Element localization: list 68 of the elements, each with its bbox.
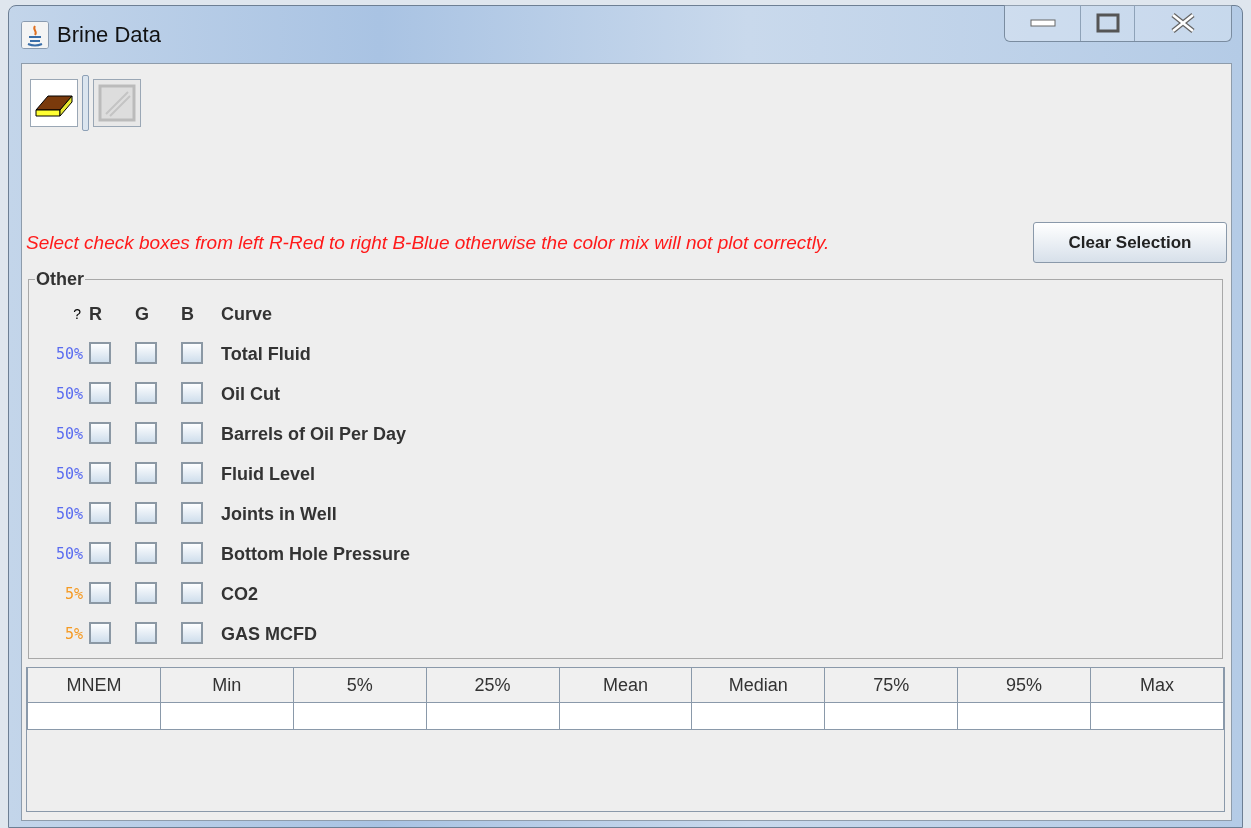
instruction-text: Select check boxes from left R-Red to right B-Blue otherwise the color mix will not plot correctly.	[26, 231, 830, 254]
column-header: Median	[691, 668, 825, 703]
checkbox[interactable]	[135, 582, 157, 604]
close-button[interactable]	[1135, 5, 1231, 41]
help-mark: ?	[72, 306, 82, 322]
column-header: 75%	[824, 668, 958, 703]
checkbox[interactable]	[135, 342, 157, 364]
curve-label: GAS MCFD	[221, 623, 318, 645]
checkbox[interactable]	[89, 582, 111, 604]
column-header: R	[89, 303, 103, 325]
column-header: 25%	[426, 668, 559, 703]
column-header: Min	[160, 668, 294, 703]
curve-label: Barrels of Oil Per Day	[221, 423, 408, 445]
checkbox[interactable]	[181, 422, 203, 444]
column-header: Curve	[221, 303, 274, 325]
percent-label: 50%	[54, 545, 84, 563]
checkbox[interactable]	[135, 622, 157, 644]
column-header: G	[135, 303, 150, 325]
column-header: 95%	[957, 668, 1091, 703]
percent-label: 50%	[54, 425, 84, 443]
checkbox[interactable]	[89, 542, 111, 564]
checkbox[interactable]	[181, 622, 203, 644]
percent-label: 50%	[54, 505, 84, 523]
checkbox[interactable]	[181, 502, 203, 524]
checkbox[interactable]	[135, 462, 157, 484]
curve-label: Fluid Level	[221, 463, 317, 485]
close-icon	[1170, 12, 1196, 34]
curve-label: CO2	[221, 583, 259, 605]
percent-label: 50%	[54, 345, 84, 363]
checkbox[interactable]	[89, 342, 111, 364]
maximize-button[interactable]	[1081, 5, 1135, 41]
checkbox[interactable]	[135, 542, 157, 564]
checkbox[interactable]	[89, 382, 111, 404]
checkbox[interactable]	[89, 462, 111, 484]
window-title: Brine Data	[57, 21, 161, 48]
checkbox[interactable]	[181, 582, 203, 604]
percent-label: 50%	[54, 385, 84, 403]
column-header: B	[181, 303, 195, 325]
checkbox[interactable]	[181, 382, 203, 404]
percent-label: 5%	[63, 585, 84, 603]
checkbox[interactable]	[135, 422, 157, 444]
column-header: MNEM	[27, 668, 161, 703]
curve-label: Oil Cut	[221, 383, 281, 405]
curve-label: Bottom Hole Pressure	[221, 543, 412, 565]
curve-label: Total Fluid	[221, 343, 312, 365]
percent-label: 50%	[54, 465, 84, 483]
checkbox[interactable]	[89, 422, 111, 444]
checkbox[interactable]	[89, 622, 111, 644]
curve-label: Joints in Well	[221, 503, 338, 525]
checkbox[interactable]	[181, 462, 203, 484]
checkbox[interactable]	[181, 542, 203, 564]
clear-selection-button[interactable]: Clear Selection	[1033, 222, 1227, 263]
checkbox[interactable]	[89, 502, 111, 524]
toolbar-separator	[82, 75, 89, 131]
group-title: Other	[35, 269, 85, 290]
maximize-icon	[1095, 13, 1120, 33]
checkbox[interactable]	[135, 502, 157, 524]
minimize-icon	[1029, 18, 1056, 28]
column-header: 5%	[293, 668, 427, 703]
column-header: Max	[1090, 668, 1224, 703]
percent-label: 5%	[63, 625, 84, 643]
minimize-button[interactable]	[1005, 5, 1081, 41]
checkbox[interactable]	[135, 382, 157, 404]
checkbox[interactable]	[181, 342, 203, 364]
chart-icon	[98, 84, 136, 122]
app-icon	[21, 20, 49, 49]
eraser-tool-button[interactable]	[30, 79, 78, 127]
column-header: Mean	[559, 668, 692, 703]
